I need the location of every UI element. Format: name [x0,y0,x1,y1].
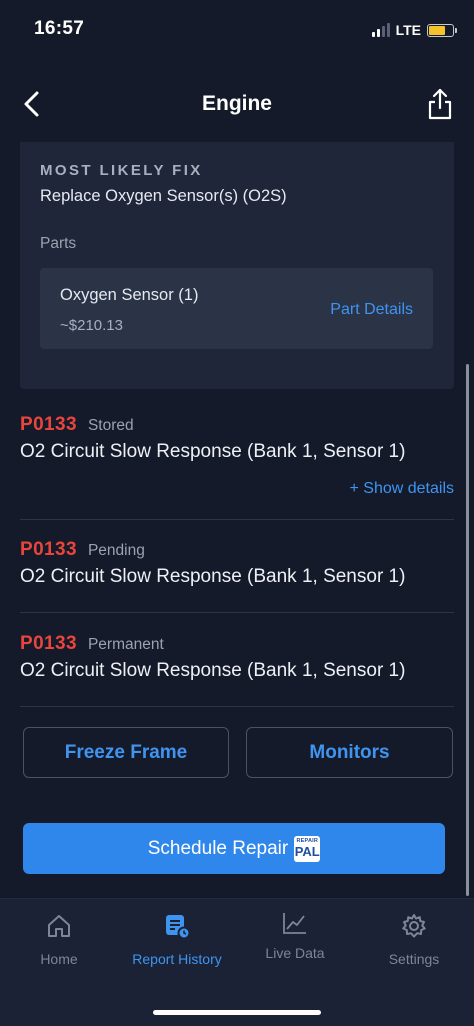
tab-label: Live Data [265,945,325,961]
show-details-link[interactable]: + Show details [349,480,454,498]
battery-icon [427,23,457,37]
monitors-button[interactable]: Monitors [246,727,453,778]
tab-label: Settings [388,951,440,967]
share-button[interactable] [422,82,458,126]
tab-home[interactable]: Home [0,911,118,971]
tab-settings[interactable]: Settings [355,911,473,971]
home-indicator[interactable] [153,1010,321,1015]
status-bar: 16:57 LTE [0,0,474,60]
parts-label: Parts [40,235,77,252]
divider [20,612,454,613]
most-likely-fix-card: MOST LIKELY FIX Replace Oxygen Sensor(s)… [20,142,454,389]
code-item-pending: P0133 Pending O2 Circuit Slow Response (… [20,539,454,588]
code-description: O2 Circuit Slow Response (Bank 1, Sensor… [20,660,406,681]
tab-label: Report History [132,951,222,967]
trouble-code: P0133 [20,633,77,654]
share-icon [428,88,452,120]
code-description: O2 Circuit Slow Response (Bank 1, Sensor… [20,566,406,587]
code-item-stored: P0133 Stored O2 Circuit Slow Response (B… [20,414,454,497]
code-status: Stored [87,417,134,434]
nav-bar: Engine [0,78,474,130]
report-history-icon [163,911,191,941]
part-details-link[interactable]: Part Details [330,301,413,319]
divider [20,519,454,520]
signal-icon [371,23,390,37]
tab-bar: Home Report History Live Data Settings [0,898,474,1026]
scroll-indicator[interactable] [466,364,469,896]
trouble-code: P0133 [20,414,77,435]
fix-heading: MOST LIKELY FIX [40,162,203,179]
page-title: Engine [201,92,272,115]
code-description: O2 Circuit Slow Response (Bank 1, Sensor… [20,441,406,462]
repairpal-logo: REPAIR PAL [294,835,321,862]
tab-report-history[interactable]: Report History [118,911,236,971]
code-status: Pending [87,542,145,559]
part-price: ~$210.13 [60,317,123,334]
tab-label: Home [40,951,78,967]
divider [20,706,454,707]
code-status: Permanent [87,636,164,653]
schedule-repair-button[interactable]: Schedule Repair REPAIR PAL [23,823,445,874]
status-time: 16:57 [34,18,85,39]
schedule-repair-label: Schedule Repair [147,837,289,859]
live-data-icon [282,911,308,935]
trouble-code: P0133 [20,539,77,560]
fix-description: Replace Oxygen Sensor(s) (O2S) [40,187,287,205]
gear-icon [400,911,428,941]
part-card: Oxygen Sensor (1) ~$210.13 Part Details [40,268,433,349]
network-type: LTE [395,22,421,38]
freeze-frame-button[interactable]: Freeze Frame [23,727,229,778]
status-indicators: LTE [371,20,457,40]
repairpal-logo-big: PAL [294,843,320,859]
part-name: Oxygen Sensor (1) [60,286,199,304]
home-icon [46,911,72,941]
code-item-permanent: P0133 Permanent O2 Circuit Slow Response… [20,633,454,682]
tab-live-data[interactable]: Live Data [236,911,354,971]
